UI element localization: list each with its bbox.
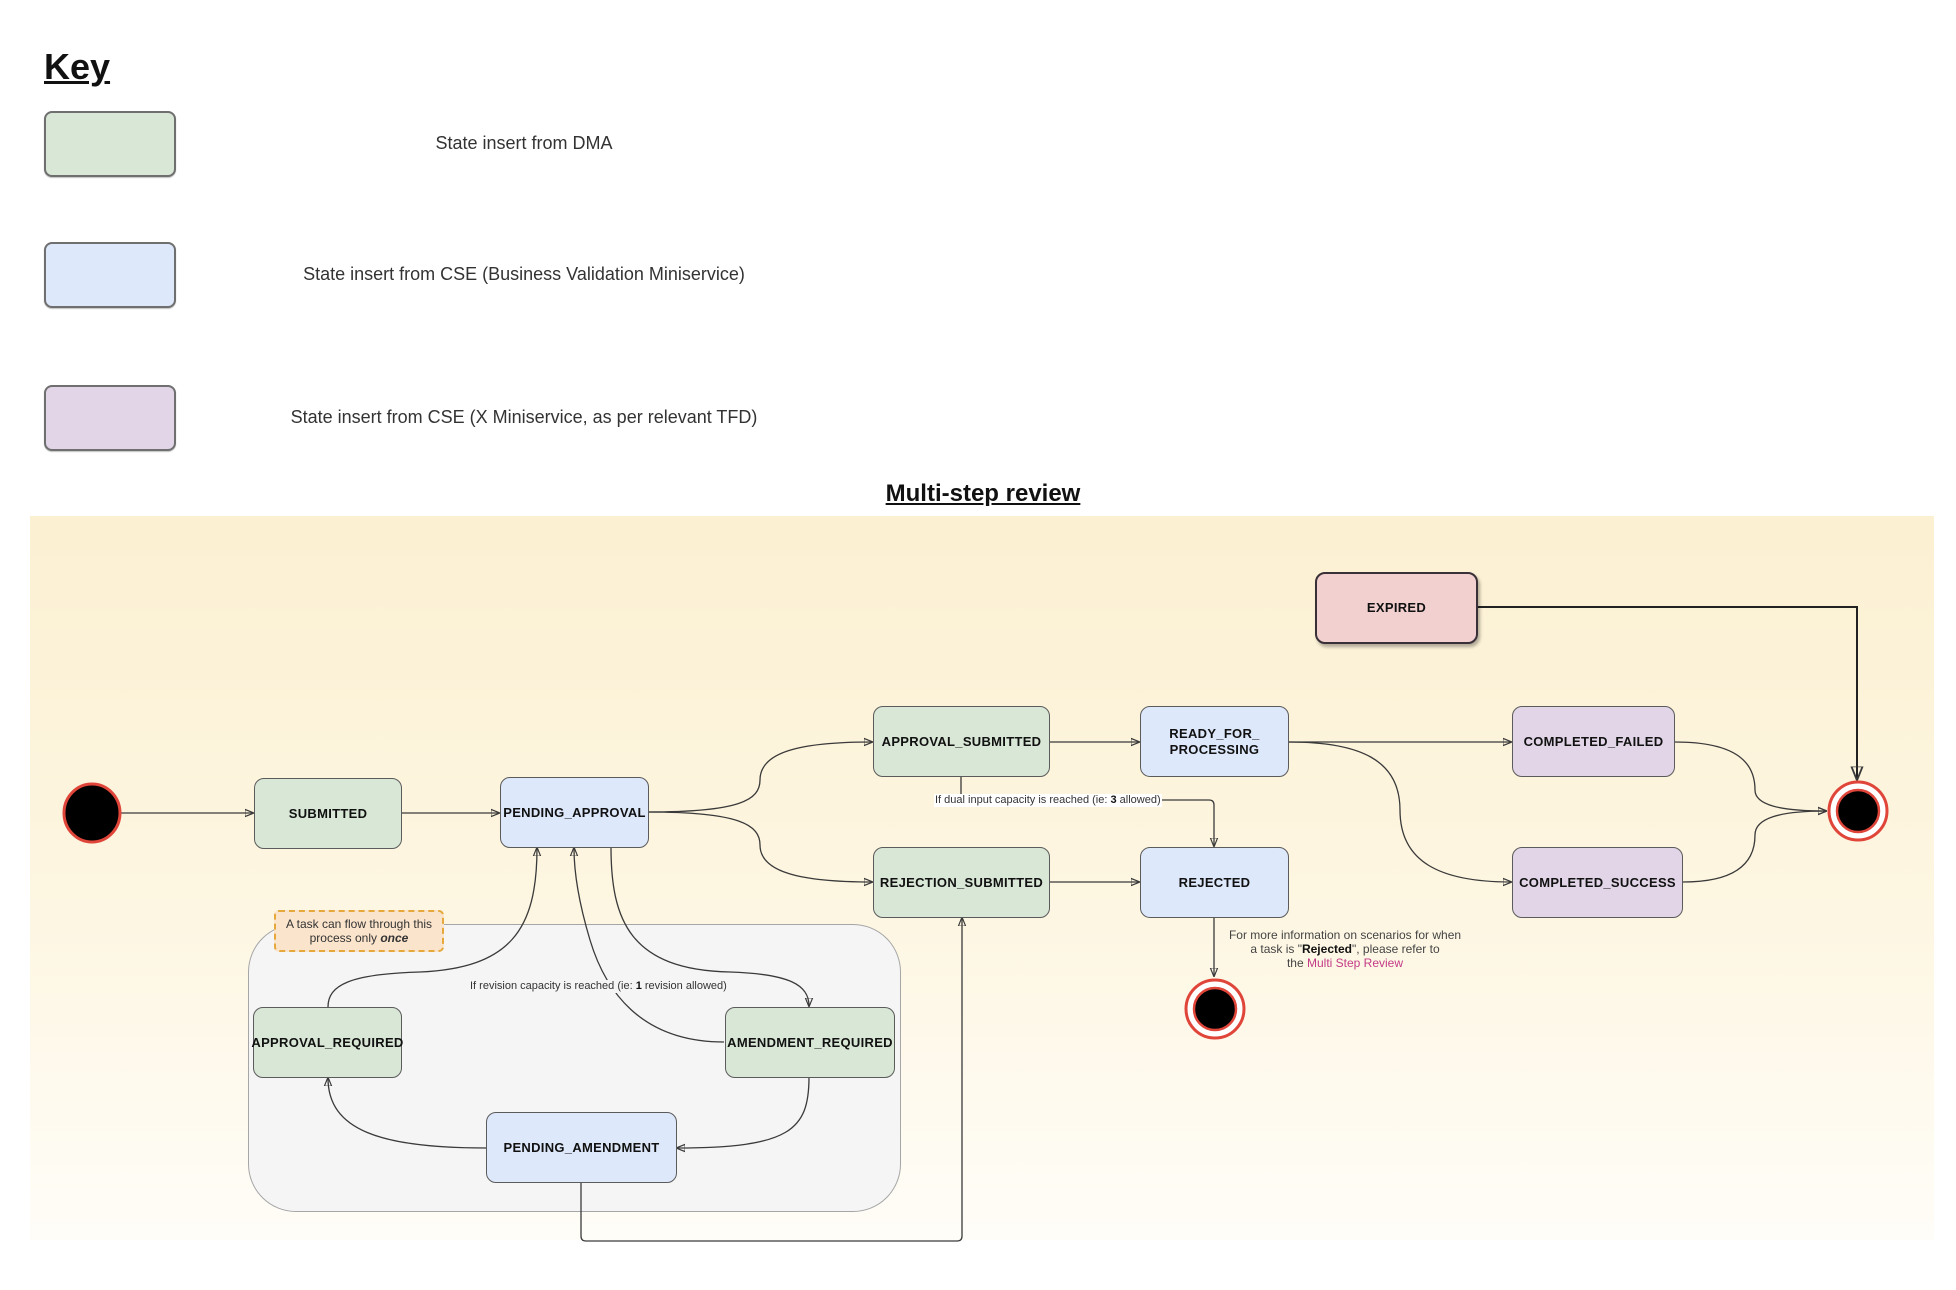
key-swatch-dma — [44, 111, 176, 177]
once-only-note: A task can flow through this process onl… — [274, 910, 444, 952]
key-label-cse-x-miniservice: State insert from CSE (X Miniservice, as… — [290, 407, 758, 427]
state-approval-required[interactable]: APPROVAL_REQUIRED — [251, 1007, 403, 1078]
state-rejection-submitted[interactable]: REJECTION_SUBMITTED — [873, 847, 1050, 918]
diagram-title: Multi-step review — [885, 480, 1081, 507]
key-label-cse-business-validation: State insert from CSE (Business Validati… — [303, 264, 745, 284]
state-expired[interactable]: EXPIRED — [1315, 572, 1478, 644]
state-completed-success[interactable]: COMPLETED_SUCCESS — [1512, 847, 1683, 918]
multi-step-review-link[interactable]: Multi Step Review — [1307, 956, 1403, 970]
state-rejected[interactable]: REJECTED — [1140, 847, 1289, 918]
key-swatch-cse-x-miniservice — [44, 385, 176, 451]
state-ready-for-processing[interactable]: READY_FOR_ PROCESSING — [1140, 706, 1289, 777]
key-label-dma: State insert from DMA — [435, 133, 613, 153]
key-swatch-cse-business-validation — [44, 242, 176, 308]
state-pending-amendment[interactable]: PENDING_AMENDMENT — [486, 1112, 677, 1183]
state-amendment-required[interactable]: AMENDMENT_REQUIRED — [725, 1007, 895, 1078]
state-submitted[interactable]: SUBMITTED — [254, 778, 402, 849]
state-approval-submitted[interactable]: APPROVAL_SUBMITTED — [873, 706, 1050, 777]
state-completed-failed[interactable]: COMPLETED_FAILED — [1512, 706, 1675, 777]
revision-capacity-label: If revision capacity is reached (ie: 1 r… — [469, 980, 728, 993]
state-pending-approval[interactable]: PENDING_APPROVAL — [500, 777, 649, 848]
key-title: Key — [44, 46, 111, 87]
rejected-info-text: For more information on scenarios for wh… — [1228, 928, 1462, 970]
dual-input-capacity-label: If dual input capacity is reached (ie: 3… — [934, 794, 1162, 807]
